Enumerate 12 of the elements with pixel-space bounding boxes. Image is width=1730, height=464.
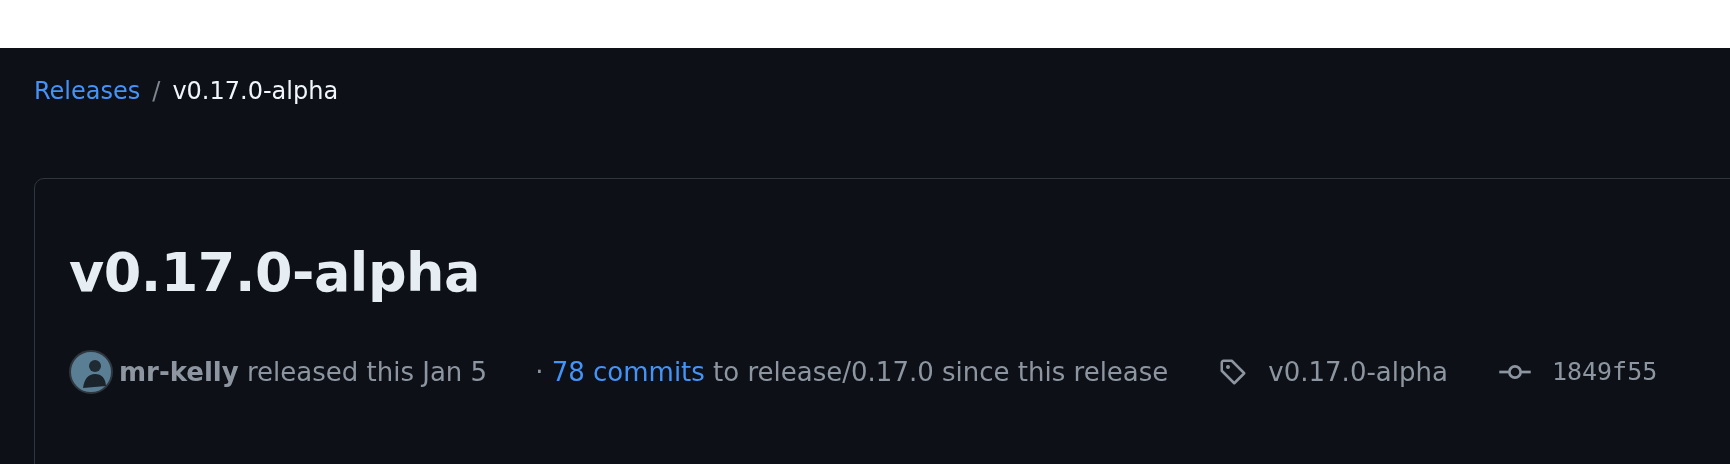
breadcrumb-current: v0.17.0-alpha	[172, 77, 339, 105]
commits-link[interactable]: 78 commits	[551, 356, 705, 387]
commit-icon	[1497, 362, 1532, 381]
breadcrumb-separator: /	[152, 77, 161, 105]
tag-link[interactable]: v0.17.0-alpha	[1268, 356, 1448, 387]
avatar[interactable]	[69, 349, 113, 394]
commit-link[interactable]: 1849f55	[1551, 357, 1658, 387]
release-title: v0.17.0-alpha	[69, 241, 481, 306]
release-byline: mr-kelly released this Jan 5	[119, 356, 488, 387]
releases-link[interactable]: Releases	[34, 77, 141, 105]
author-link[interactable]: mr-kelly	[119, 356, 239, 387]
commits-summary: · 78 commits to release/0.17.0 since this release	[535, 356, 1169, 387]
